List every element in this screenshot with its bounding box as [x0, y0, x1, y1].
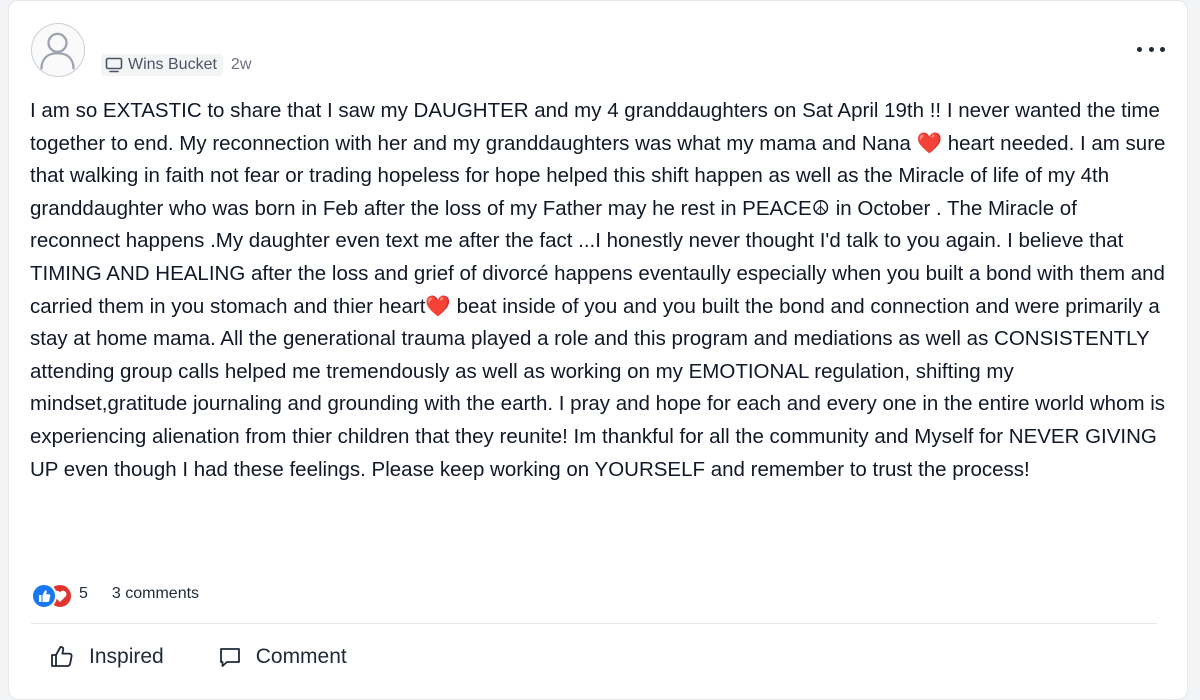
monitor-icon — [105, 57, 123, 73]
reaction-count: 5 — [79, 585, 88, 602]
post-card: Wins Bucket 2w I am so EXTASTIC to share… — [8, 0, 1188, 700]
space-name: Wins Bucket — [128, 56, 217, 73]
thumbs-up-icon — [31, 583, 57, 609]
more-dots-icon — [1148, 46, 1154, 52]
thumbs-up-icon — [51, 646, 73, 667]
post-meta: Wins Bucket 2w — [101, 53, 251, 77]
more-dots-icon — [1160, 46, 1165, 52]
divider — [31, 623, 1157, 624]
reaction-icons[interactable] — [31, 582, 75, 609]
more-dots-icon — [1137, 46, 1142, 52]
post-time: 2w — [230, 56, 252, 73]
speech-bubble-icon — [219, 648, 240, 667]
user-icon — [40, 32, 75, 70]
comment-count-link[interactable]: 3 comments — [112, 585, 199, 603]
inspired-button[interactable]: Inspired — [49, 644, 164, 670]
comment-label: Comment — [255, 645, 347, 668]
avatar[interactable] — [31, 23, 85, 77]
post-stats: 5 3 comments — [31, 581, 199, 609]
post-body: I am so EXTASTIC to share that I saw my … — [30, 99, 1166, 481]
comment-button[interactable]: Comment — [218, 645, 347, 669]
inspired-label: Inspired — [89, 645, 164, 668]
post-actions: Inspired Comment — [49, 639, 401, 675]
more-options-button[interactable] — [1137, 39, 1165, 59]
space-tag[interactable]: Wins Bucket — [101, 54, 223, 76]
